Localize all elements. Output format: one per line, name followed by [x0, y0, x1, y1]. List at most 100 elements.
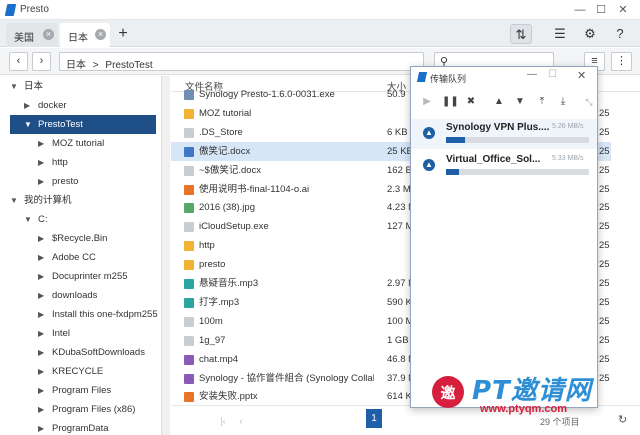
image-icon — [184, 203, 194, 214]
log-list-icon[interactable]: ☰ — [549, 24, 571, 44]
prev-page-button[interactable]: ‹ — [234, 414, 248, 428]
tree-item[interactable]: ▶ MOZ tutorial — [0, 134, 161, 153]
tree-item[interactable]: ▶ Adobe CC — [0, 248, 161, 267]
upload-arrow-icon: ▲ — [423, 127, 435, 139]
tree-item-label: 我的计算机 — [24, 195, 72, 206]
move-down-icon[interactable]: ▼ — [513, 95, 527, 109]
tree-item[interactable]: ▶ Program Files (x86) — [0, 400, 161, 419]
collapsed-arrow-icon[interactable]: ▶ — [38, 419, 44, 435]
tree-item[interactable]: ▼ PrestoTest — [10, 115, 156, 134]
file-name: http — [199, 240, 215, 252]
tree-item[interactable]: ▶ presto — [0, 172, 161, 191]
close-tab-icon[interactable]: × — [43, 29, 54, 40]
file-name: 100m — [199, 315, 223, 327]
back-button[interactable]: ‹ — [9, 52, 28, 71]
tree-item[interactable]: ▶ Docuprinter m255 — [0, 267, 161, 286]
tree-item[interactable]: ▶ http — [0, 153, 161, 172]
tree-item[interactable]: ▼ 我的计算机 — [0, 191, 161, 210]
tree-item[interactable]: ▶ Program Files — [0, 381, 161, 400]
collapsed-arrow-icon[interactable]: ▶ — [38, 172, 44, 191]
file-size: 2.3 M — [387, 183, 411, 195]
file-name: Synology Presto-1.6.0-0031.exe — [199, 89, 335, 100]
add-tab-button[interactable]: + — [112, 24, 134, 44]
tree-item-label: 日本 — [24, 81, 44, 92]
queue-item[interactable]: ▲ Synology VPN Plus.... 5.26 MB/s — [411, 119, 597, 149]
queue-item-name: Synology VPN Plus.... — [446, 122, 550, 133]
cancel-icon[interactable]: ✖ — [464, 95, 478, 109]
collapsed-arrow-icon[interactable]: ▶ — [38, 400, 44, 419]
sidebar-scrollbar[interactable] — [162, 76, 170, 435]
collapsed-arrow-icon[interactable]: ▶ — [38, 343, 44, 362]
video-icon — [184, 354, 194, 365]
file-name: iCloudSetup.exe — [199, 221, 269, 233]
tree-item-label: C: — [38, 214, 48, 225]
collapsed-arrow-icon[interactable]: ▶ — [38, 286, 44, 305]
tree-item-label: Program Files — [52, 385, 112, 396]
close-button[interactable]: ✕ — [614, 2, 632, 18]
breadcrumb-root[interactable]: 日本 — [66, 60, 86, 71]
tree-item[interactable]: ▶ ProgramData — [0, 419, 161, 435]
collapsed-arrow-icon[interactable]: ▶ — [38, 305, 44, 324]
help-icon[interactable]: ? — [609, 24, 631, 44]
progress-bar — [446, 169, 589, 175]
collapsed-arrow-icon[interactable]: ▶ — [38, 134, 44, 153]
collapsed-arrow-icon[interactable]: ▶ — [38, 362, 44, 381]
tree-item[interactable]: ▶ KRECYCLE — [0, 362, 161, 381]
tree-item[interactable]: ▶ KDubaSoftDownloads — [0, 343, 161, 362]
current-page[interactable]: 1 — [366, 409, 382, 428]
collapsed-arrow-icon[interactable]: ▶ — [38, 153, 44, 172]
tab-japan[interactable]: 日本 × — [60, 23, 110, 47]
collapsed-arrow-icon[interactable]: ▶ — [38, 267, 44, 286]
expanded-arrow-icon[interactable]: ▼ — [24, 210, 32, 229]
move-to-top-icon[interactable]: ⤒ — [535, 95, 549, 109]
expand-icon[interactable]: ⤡ — [582, 95, 596, 109]
tree-item[interactable]: ▼ 日本 — [0, 77, 161, 96]
expanded-arrow-icon[interactable]: ▼ — [10, 77, 18, 96]
file-modified: 25 — [599, 164, 610, 176]
tree-item[interactable]: ▶ Install this one-fxdpm255 — [0, 305, 161, 324]
expanded-arrow-icon[interactable]: ▼ — [10, 191, 18, 210]
tree-item-label: PrestoTest — [38, 119, 83, 130]
minimize-button[interactable]: — — [571, 2, 589, 18]
settings-gear-icon[interactable]: ⚙ — [579, 24, 601, 44]
file-modified: 25 — [599, 145, 610, 157]
queue-title: 传输队列 — [430, 74, 467, 84]
move-up-icon[interactable]: ▲ — [492, 95, 506, 109]
tree-item[interactable]: ▶ docker — [0, 96, 161, 115]
collapsed-arrow-icon[interactable]: ▶ — [38, 248, 44, 267]
breadcrumb-folder[interactable]: PrestoTest — [105, 60, 152, 71]
collapsed-arrow-icon[interactable]: ▶ — [38, 229, 44, 248]
refresh-icon[interactable]: ↻ — [618, 413, 627, 426]
start-icon[interactable]: ▶ — [420, 95, 434, 109]
transfer-queue-icon[interactable]: ⇅ — [510, 24, 532, 44]
folder-icon — [184, 260, 194, 271]
exe-icon — [184, 90, 194, 100]
queue-maximize-button[interactable]: ☐ — [548, 69, 557, 80]
collapsed-arrow-icon[interactable]: ▶ — [38, 324, 44, 343]
forward-button[interactable]: › — [32, 52, 51, 71]
file-size: 6 KB — [387, 126, 408, 138]
breadcrumb[interactable]: 日本 > PrestoTest — [59, 52, 424, 71]
file-modified: 25 — [599, 107, 610, 119]
queue-minimize-button[interactable]: — — [527, 69, 537, 80]
expanded-arrow-icon[interactable]: ▼ — [24, 115, 32, 134]
queue-item[interactable]: ▲ Virtual_Office_Sol... 5.33 MB/s — [411, 151, 597, 181]
tree-item[interactable]: ▶ $Recycle.Bin — [0, 229, 161, 248]
file-modified: 25 — [599, 202, 610, 214]
tree-item[interactable]: ▼ C: — [0, 210, 161, 229]
file-name: ~$傲笑记.docx — [199, 164, 262, 176]
queue-close-button[interactable]: ✕ — [577, 69, 586, 82]
maximize-button[interactable]: ☐ — [592, 2, 610, 18]
collapsed-arrow-icon[interactable]: ▶ — [38, 381, 44, 400]
folder-icon — [184, 108, 194, 119]
first-page-button[interactable]: |‹ — [216, 414, 230, 428]
tab-usa[interactable]: 美国 × — [6, 23, 58, 47]
tree-item[interactable]: ▶ downloads — [0, 286, 161, 305]
close-tab-icon[interactable]: × — [95, 29, 106, 40]
view-options-icon[interactable]: ⋮ — [611, 52, 632, 71]
move-to-bottom-icon[interactable]: ⤓ — [556, 95, 570, 109]
collapsed-arrow-icon[interactable]: ▶ — [24, 96, 30, 115]
tree-item[interactable]: ▶ Intel — [0, 324, 161, 343]
pause-icon[interactable]: ❚❚ — [442, 95, 459, 109]
file-name: MOZ tutorial — [199, 107, 252, 119]
